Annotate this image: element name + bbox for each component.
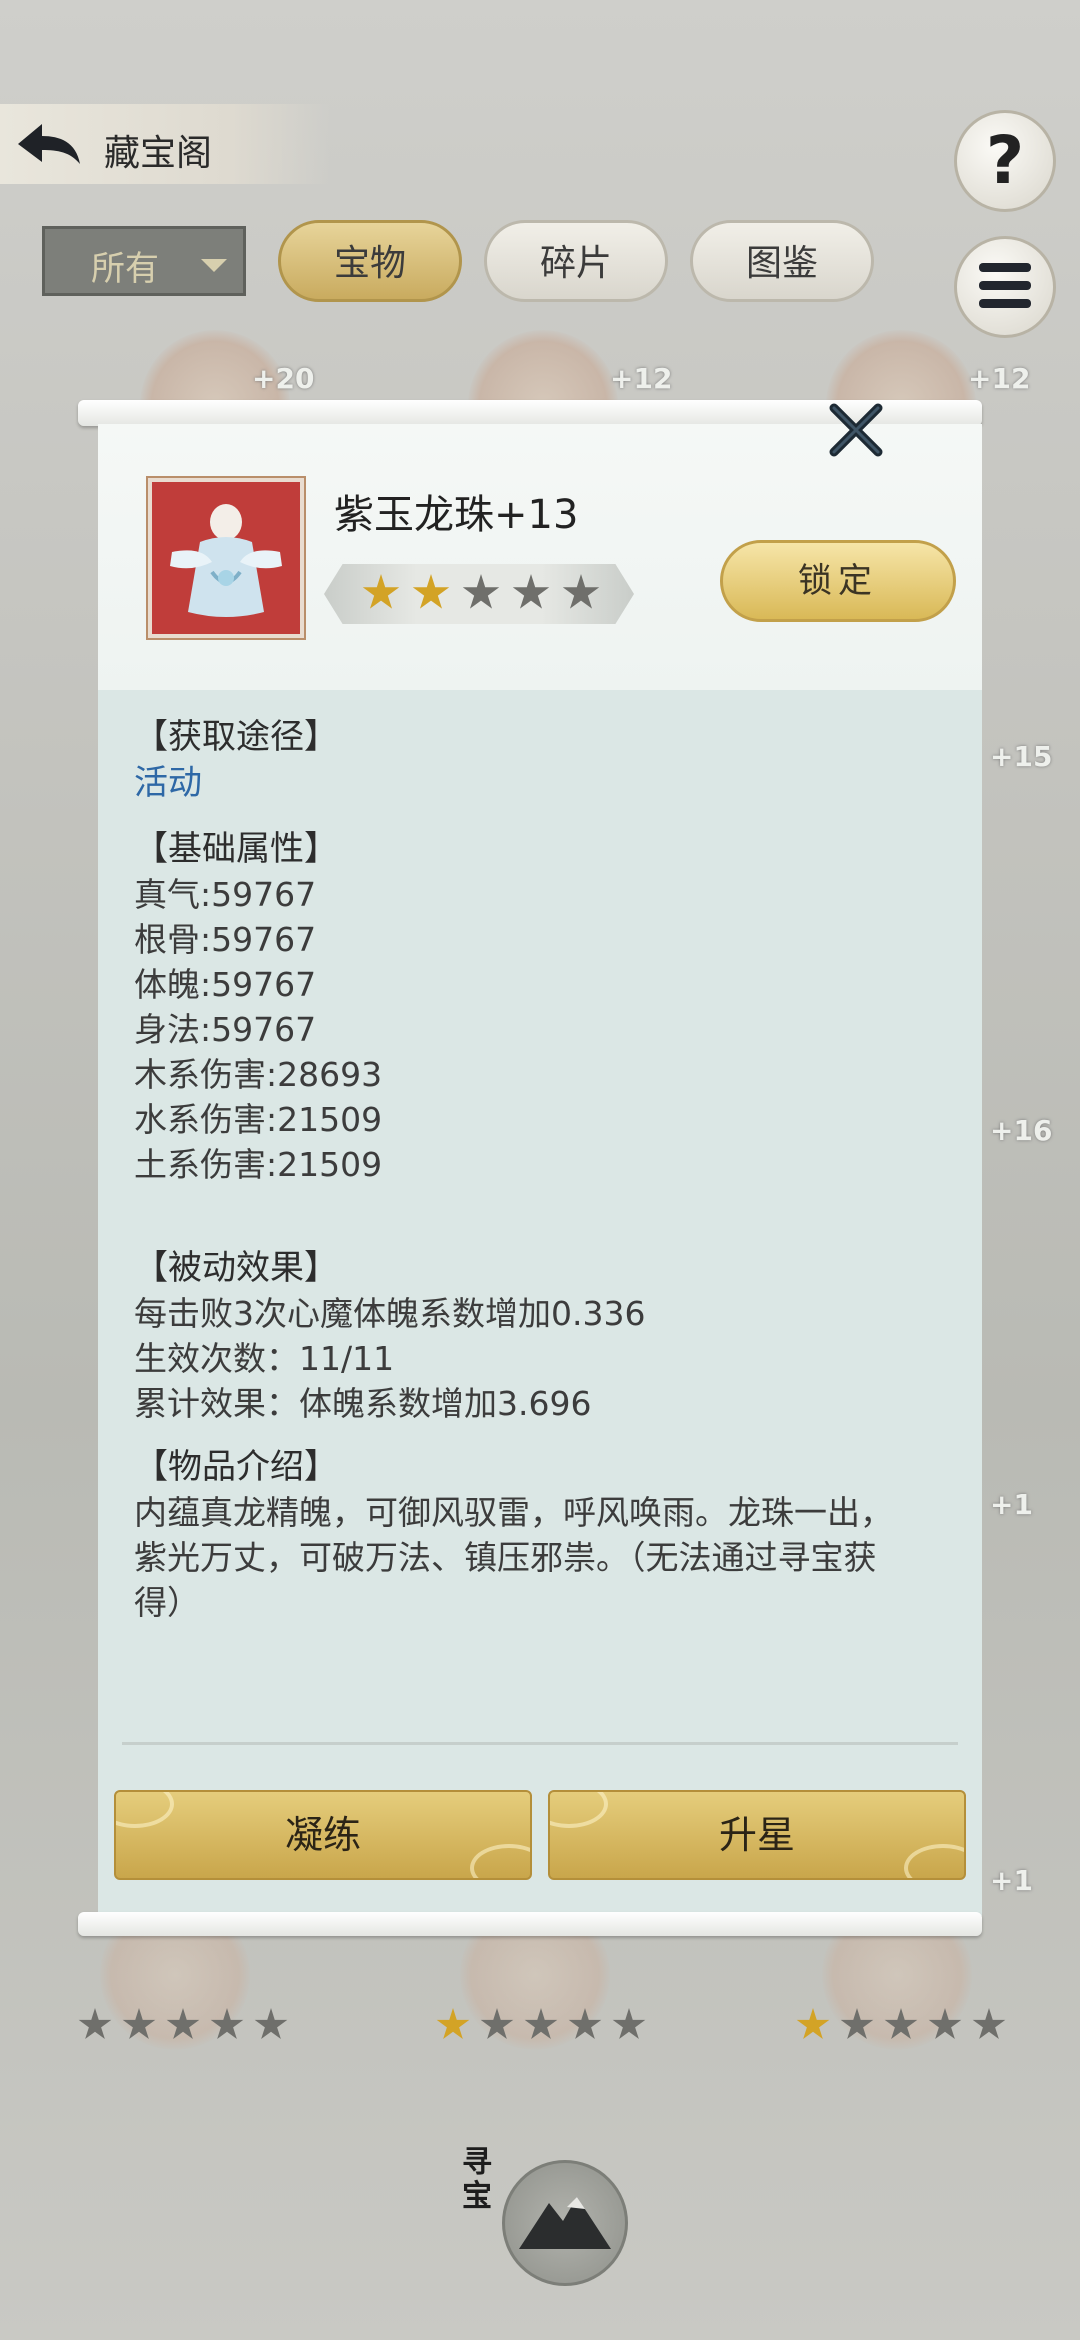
list-icon-line xyxy=(979,299,1031,308)
item-detail-modal: 紫玉龙珠+13 锁定 【获取途径】 活动 【基础属性】 真气:59767 根骨:… xyxy=(98,424,982,1916)
mountain-graphic xyxy=(519,2197,611,2249)
item-star-rating xyxy=(796,2008,1016,2048)
star-empty-icon xyxy=(562,574,600,609)
item-star-rating xyxy=(324,564,634,624)
close-icon[interactable] xyxy=(826,400,886,460)
cloud-pattern xyxy=(116,1792,174,1828)
item-title: 紫玉龙珠+13 xyxy=(334,492,579,538)
star-empty-icon xyxy=(568,2008,602,2039)
stat-line: 木系伤害:28693 xyxy=(134,1055,383,1094)
filter-selected-label: 所有 xyxy=(91,249,159,289)
treasure-hunt-label: 寻宝 xyxy=(462,2145,492,2214)
scroll-bottom-rod xyxy=(78,1912,982,1936)
cloud-pattern xyxy=(550,1792,608,1828)
cloud-pattern xyxy=(470,1844,530,1878)
star-empty-icon xyxy=(612,2008,646,2039)
passive-line: 累计效果：体魄系数增加3.696 xyxy=(134,1384,592,1423)
stat-line: 身法:59767 xyxy=(134,1010,317,1049)
level-badge: +1 xyxy=(990,1488,1033,1521)
tab-catalog[interactable]: 图鉴 xyxy=(690,220,874,302)
passive-line: 每击败3次心魔体魄系数增加0.336 xyxy=(134,1294,646,1333)
passive-line: 生效次数：11/11 xyxy=(134,1339,395,1378)
star-filled-icon xyxy=(362,574,400,609)
item-details: 【获取途径】 活动 【基础属性】 真气:59767 根骨:59767 体魄:59… xyxy=(134,714,954,1625)
stat-line: 体魄:59767 xyxy=(134,965,317,1004)
page-title: 藏宝阁 xyxy=(104,133,213,174)
dragon-pearl-figure-icon xyxy=(170,504,282,617)
refine-label: 凝练 xyxy=(284,1813,361,1857)
list-icon xyxy=(979,263,1031,272)
back-arrow-icon[interactable] xyxy=(14,122,84,168)
star-empty-icon xyxy=(480,2008,514,2039)
star-filled-icon xyxy=(412,574,450,609)
base-stats-title: 【基础属性】 xyxy=(134,829,338,869)
stat-line: 真气:59767 xyxy=(134,875,317,914)
level-badge: +16 xyxy=(990,1114,1053,1147)
star-empty-icon xyxy=(210,2008,244,2039)
refine-button[interactable]: 凝练 xyxy=(114,1790,532,1880)
top-bar: 藏宝阁 xyxy=(0,104,330,184)
star-empty-icon xyxy=(462,574,500,609)
item-header: 紫玉龙珠+13 锁定 xyxy=(98,424,982,690)
item-portrait xyxy=(148,478,304,638)
item-intro-title: 【物品介绍】 xyxy=(134,1447,338,1487)
menu-list-button[interactable] xyxy=(954,236,1056,338)
lock-button[interactable]: 锁定 xyxy=(720,540,956,622)
tab-treasure[interactable]: 宝物 xyxy=(278,220,462,302)
divider xyxy=(122,1742,958,1745)
mountain-icon xyxy=(502,2160,628,2286)
star-empty-icon xyxy=(78,2008,112,2039)
stat-line: 根骨:59767 xyxy=(134,920,317,959)
level-badge: +12 xyxy=(610,362,673,395)
upgrade-star-button[interactable]: 升星 xyxy=(548,1790,966,1880)
cloud-pattern xyxy=(904,1844,964,1878)
filter-dropdown[interactable]: 所有 xyxy=(42,226,246,296)
star-empty-icon xyxy=(512,574,550,609)
source-link[interactable]: 活动 xyxy=(134,760,954,806)
help-button[interactable]: ? xyxy=(954,110,1056,212)
item-intro-text: 内蕴真龙精魄，可御风驭雷，呼风唤雨。龙珠一出，紫光万丈，可破万法、镇压邪祟。（无… xyxy=(134,1493,893,1622)
star-filled-icon xyxy=(436,2008,470,2039)
level-badge: +20 xyxy=(252,362,315,395)
list-icon-line xyxy=(979,281,1031,290)
stat-line: 土系伤害:21509 xyxy=(134,1145,383,1184)
level-badge: +1 xyxy=(990,1864,1033,1897)
star-empty-icon xyxy=(884,2008,918,2039)
star-filled-icon xyxy=(796,2008,830,2039)
level-badge: +15 xyxy=(990,740,1053,773)
treasure-hunt-button[interactable]: 寻宝 xyxy=(462,2136,628,2296)
level-badge: +12 xyxy=(968,362,1031,395)
tab-fragments[interactable]: 碎片 xyxy=(484,220,668,302)
star-empty-icon xyxy=(524,2008,558,2039)
item-star-rating xyxy=(78,2008,298,2048)
chevron-down-icon xyxy=(201,259,227,272)
stat-line: 水系伤害:21509 xyxy=(134,1100,383,1139)
item-star-rating xyxy=(436,2008,656,2048)
star-empty-icon xyxy=(166,2008,200,2039)
upgrade-star-label: 升星 xyxy=(718,1813,795,1857)
passive-effect-title: 【被动效果】 xyxy=(134,1248,338,1288)
star-empty-icon xyxy=(122,2008,156,2039)
star-empty-icon xyxy=(928,2008,962,2039)
star-empty-icon xyxy=(840,2008,874,2039)
source-section-title: 【获取途径】 xyxy=(134,717,338,757)
star-empty-icon xyxy=(254,2008,288,2039)
star-empty-icon xyxy=(972,2008,1006,2039)
